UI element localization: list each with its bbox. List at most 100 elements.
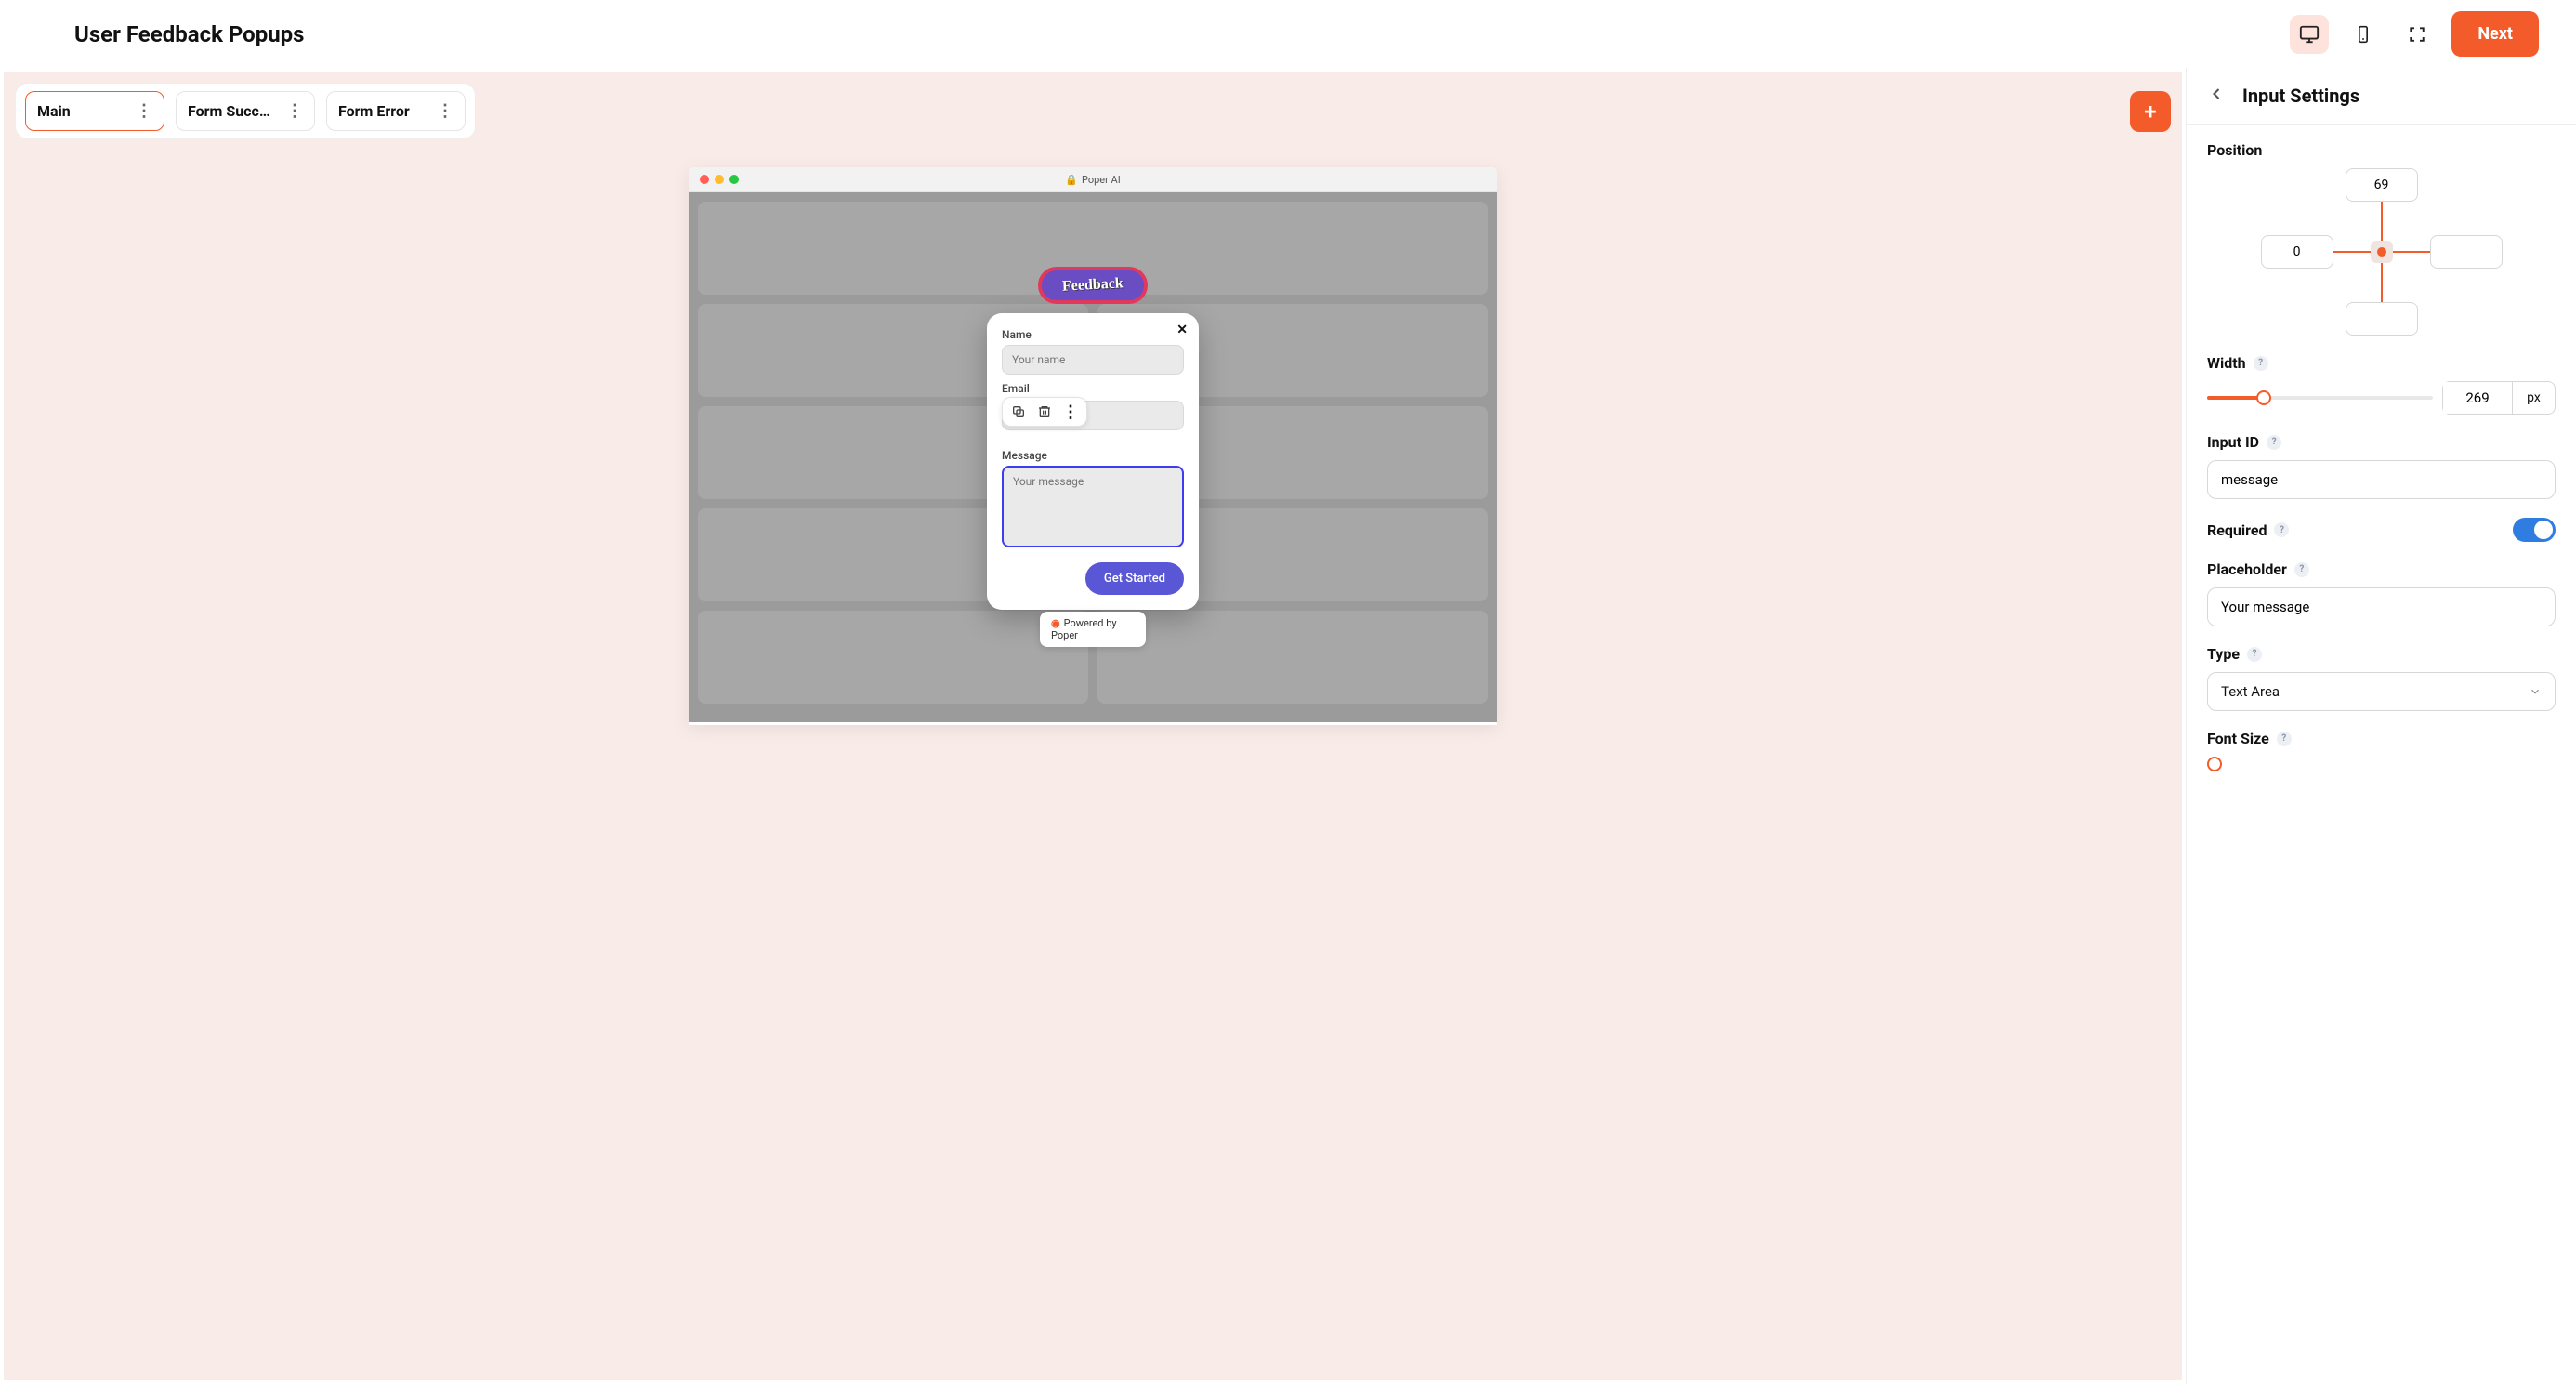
add-tab-button[interactable]: + — [2130, 91, 2171, 132]
position-right-field[interactable] — [2431, 244, 2502, 259]
required-toggle[interactable] — [2513, 518, 2556, 542]
more-button[interactable]: ⋮ — [1062, 403, 1079, 420]
position-line — [2381, 263, 2383, 302]
input-id-field[interactable] — [2207, 460, 2556, 499]
position-bottom-field[interactable] — [2346, 311, 2417, 326]
position-label: Position — [2207, 141, 2556, 159]
preview-body[interactable]: Feedback ✕ Name Email — [689, 192, 1497, 722]
field-label-name: Name — [1002, 328, 1184, 341]
type-select-value: Text Area — [2221, 683, 2280, 700]
required-label: Required ? — [2207, 521, 2289, 539]
poper-logo-icon: ◉ — [1051, 617, 1060, 629]
field-label-email: Email — [1002, 382, 1184, 395]
name-input[interactable] — [1002, 345, 1184, 375]
lock-icon: 🔒 — [1065, 174, 1078, 186]
delete-button[interactable] — [1036, 403, 1053, 420]
input-id-label-text: Input ID — [2207, 433, 2259, 451]
position-left-input[interactable] — [2261, 235, 2333, 269]
tab-main[interactable]: Main ⋮ — [25, 91, 164, 131]
feedback-popup[interactable]: Feedback ✕ Name Email — [987, 313, 1199, 610]
position-line — [2333, 251, 2371, 253]
chevron-left-icon — [2207, 85, 2226, 103]
plus-icon: + — [2144, 99, 2156, 125]
help-icon[interactable]: ? — [2277, 732, 2292, 746]
sidebar-header: Input Settings — [2187, 68, 2576, 125]
browser-title-text: Poper AI — [1082, 174, 1121, 186]
get-started-button[interactable]: Get Started — [1085, 562, 1184, 595]
help-icon[interactable]: ? — [2274, 522, 2289, 537]
more-vertical-icon: ⋮ — [1062, 402, 1079, 422]
tab-label: Main — [37, 102, 71, 120]
font-size-slider[interactable] — [2207, 757, 2556, 771]
slider-thumb[interactable] — [2207, 757, 2222, 771]
element-toolbar: ⋮ — [1002, 397, 1087, 427]
font-size-label-text: Font Size — [2207, 730, 2269, 747]
position-center-button[interactable] — [2371, 241, 2393, 263]
canvas-area: Main ⋮ Form Success ⋮ Form Error ⋮ + — [4, 72, 2182, 1380]
device-mobile-button[interactable] — [2344, 15, 2383, 54]
type-label-text: Type — [2207, 645, 2240, 663]
browser-bar: 🔒 Poper AI — [689, 167, 1497, 192]
input-id-label: Input ID ? — [2207, 433, 2556, 451]
preview-window: 🔒Poper AI Feedback ✕ Name — [689, 167, 1497, 725]
more-vertical-icon[interactable]: ⋮ — [437, 101, 453, 121]
position-right-input[interactable] — [2430, 235, 2503, 269]
powered-by-badge[interactable]: ◉Powered by Poper — [1040, 612, 1146, 647]
fullscreen-button[interactable] — [2398, 15, 2437, 54]
tab-label: Form Error — [338, 102, 410, 120]
font-size-label: Font Size ? — [2207, 730, 2556, 747]
help-icon[interactable]: ? — [2294, 562, 2309, 577]
device-desktop-button[interactable] — [2290, 15, 2329, 54]
tabs-bar: Main ⋮ Form Success ⋮ Form Error ⋮ + — [15, 83, 2171, 139]
position-top-input[interactable] — [2346, 168, 2418, 202]
more-vertical-icon[interactable]: ⋮ — [286, 101, 303, 121]
next-button[interactable]: Next — [2451, 11, 2539, 57]
width-value-input[interactable] — [2442, 381, 2513, 415]
top-bar: User Feedback Popups Next — [0, 0, 2576, 68]
width-label: Width ? — [2207, 354, 2556, 372]
monitor-icon — [2299, 24, 2320, 45]
chevron-down-icon — [2529, 685, 2542, 698]
duplicate-button[interactable] — [1010, 403, 1027, 420]
placeholder-block — [698, 611, 1088, 704]
main-layout: Main ⋮ Form Success ⋮ Form Error ⋮ + — [0, 68, 2576, 1384]
tab-label: Form Success — [188, 102, 277, 120]
copy-icon — [1011, 404, 1026, 419]
position-bottom-input[interactable] — [2346, 302, 2418, 336]
width-row: px — [2207, 381, 2556, 415]
maximize-icon — [2409, 26, 2425, 43]
trash-icon — [1037, 404, 1052, 419]
width-slider[interactable] — [2207, 389, 2433, 407]
width-unit[interactable]: px — [2513, 381, 2556, 415]
tab-form-error[interactable]: Form Error ⋮ — [326, 91, 466, 131]
position-left-field[interactable] — [2262, 244, 2333, 259]
width-value-field[interactable] — [2443, 382, 2512, 414]
help-icon[interactable]: ? — [2254, 356, 2268, 371]
position-widget — [2261, 168, 2503, 336]
position-line — [2393, 251, 2430, 253]
position-line — [2381, 202, 2383, 241]
back-button[interactable] — [2207, 85, 2226, 107]
tab-form-success[interactable]: Form Success ⋮ — [176, 91, 315, 131]
slider-thumb[interactable] — [2256, 390, 2271, 405]
position-label-text: Position — [2207, 141, 2262, 159]
width-label-text: Width — [2207, 354, 2246, 372]
slider-fill — [2207, 396, 2264, 400]
placeholder-label: Placeholder ? — [2207, 560, 2556, 578]
help-icon[interactable]: ? — [2267, 435, 2281, 450]
placeholder-field[interactable] — [2207, 587, 2556, 626]
position-top-field[interactable] — [2346, 178, 2417, 192]
message-textarea[interactable] — [1002, 466, 1184, 547]
more-vertical-icon[interactable]: ⋮ — [136, 101, 152, 121]
type-select[interactable]: Text Area — [2207, 672, 2556, 711]
tabs-row: Main ⋮ Form Success ⋮ Form Error ⋮ — [15, 83, 476, 139]
settings-sidebar: Input Settings Position — [2186, 68, 2576, 1384]
smartphone-icon — [2354, 25, 2372, 44]
placeholder-block — [1097, 611, 1488, 704]
sidebar-title: Input Settings — [2242, 85, 2359, 107]
help-icon[interactable]: ? — [2247, 647, 2262, 662]
field-label-message: Message — [1002, 449, 1184, 462]
powered-by-text: Powered by Poper — [1051, 617, 1117, 641]
close-icon: ✕ — [1176, 323, 1188, 337]
popup-close-button[interactable]: ✕ — [1176, 323, 1188, 337]
